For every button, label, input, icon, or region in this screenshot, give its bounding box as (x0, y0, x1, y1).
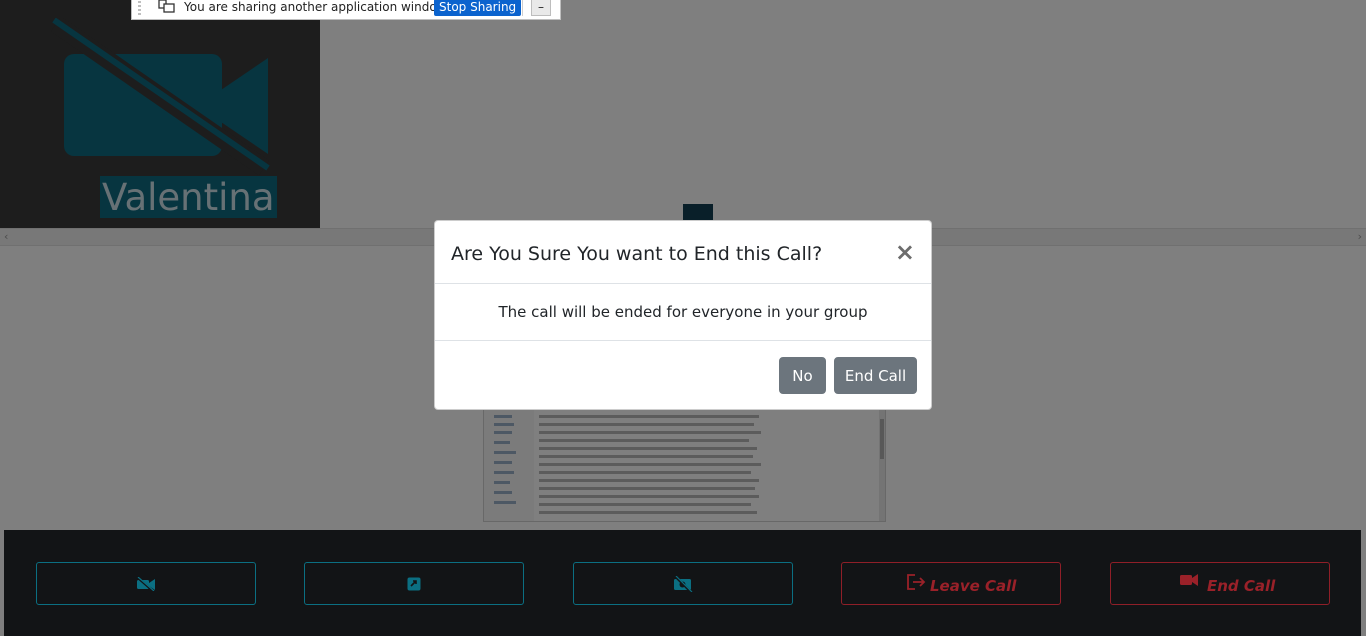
modal-header: Are You Sure You want to End this Call? … (435, 221, 931, 284)
modal-body: The call will be ended for everyone in y… (435, 284, 931, 341)
end-call-label: End Call (1207, 577, 1276, 595)
share-icon (407, 577, 421, 590)
camera-off-icon (674, 575, 693, 592)
sharing-message: You are sharing another application wind… (184, 0, 450, 14)
confirm-end-call-button[interactable]: End Call (834, 357, 917, 394)
stop-sharing-button[interactable]: Stop Sharing (434, 0, 522, 16)
minimize-button[interactable]: – (531, 0, 551, 16)
leave-call-button[interactable]: Leave Call (841, 562, 1061, 605)
modal-title: Are You Sure You want to End this Call? (451, 243, 823, 265)
toggle-video-button[interactable] (36, 562, 256, 605)
modal-footer: No End Call (435, 341, 931, 409)
divider (522, 0, 523, 16)
window-icon (158, 0, 175, 13)
share-screen-button[interactable] (304, 562, 524, 605)
sharing-bar: You are sharing another application wind… (131, 0, 561, 20)
end-video-icon (1180, 574, 1198, 586)
video-off-icon (136, 576, 155, 591)
leave-icon (907, 574, 926, 590)
close-icon[interactable]: × (895, 239, 915, 265)
modal-message: The call will be ended for everyone in y… (498, 303, 868, 321)
end-call-modal: Are You Sure You want to End this Call? … (434, 220, 932, 410)
leave-call-label: Leave Call (930, 577, 1017, 595)
call-toolbar: Leave Call End Call (4, 530, 1361, 636)
no-button[interactable]: No (779, 357, 826, 394)
toggle-camera-button[interactable] (573, 562, 793, 605)
end-call-button[interactable]: End Call (1110, 562, 1330, 605)
drag-handle-icon[interactable] (138, 1, 141, 15)
